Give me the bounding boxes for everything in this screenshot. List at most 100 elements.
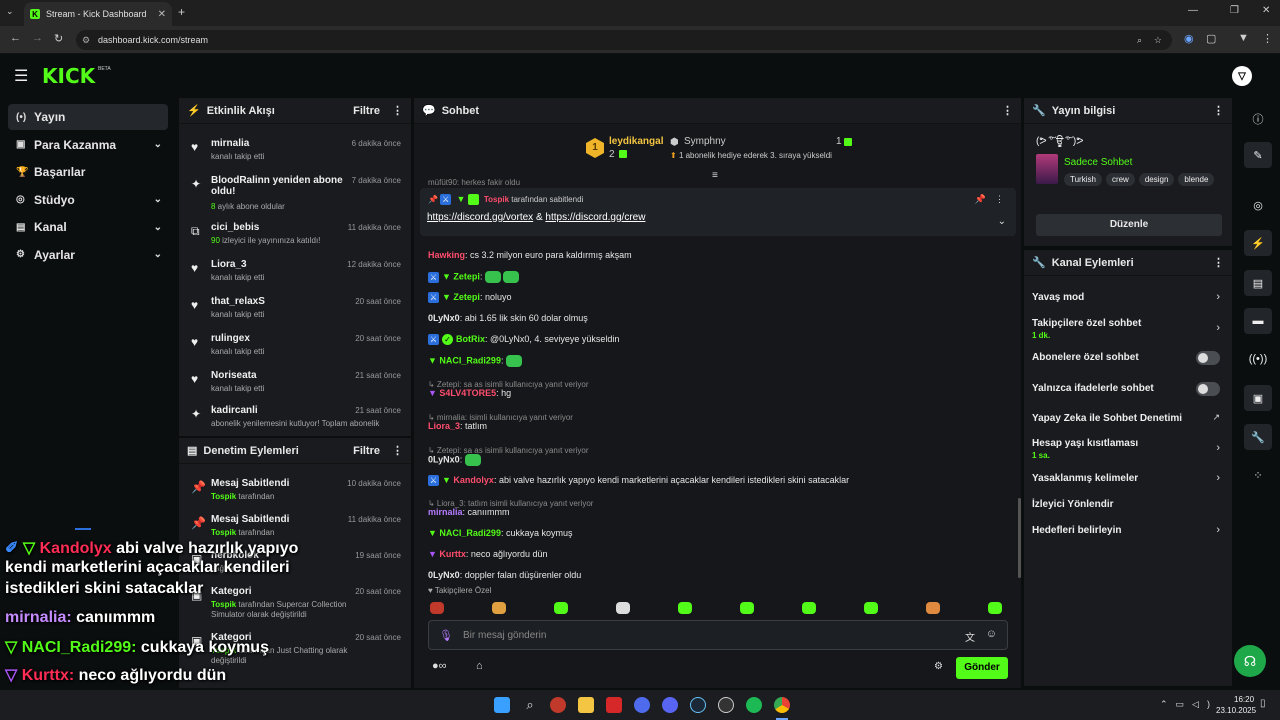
chat-settings-icon[interactable]: ⚙ xyxy=(934,661,943,672)
tag-chip[interactable]: Turkish xyxy=(1064,173,1102,186)
profile-icon[interactable]: ▼ xyxy=(1238,32,1249,44)
leader-2-name[interactable]: Symphny xyxy=(684,136,726,147)
chat-message[interactable]: Hawking: cs 3.2 milyon euro para kaldırm… xyxy=(428,250,632,260)
app-icon-1[interactable] xyxy=(550,697,566,713)
nav-ayarlar[interactable]: ⚙ Ayarlar ⌄ xyxy=(8,242,168,268)
maximize-button[interactable]: ❐ xyxy=(1230,5,1239,16)
url-field[interactable]: ⚙ dashboard.kick.com/stream ⌕ ☆ xyxy=(76,30,1172,50)
new-tab-button[interactable]: + xyxy=(178,5,185,19)
chevron-right-icon[interactable]: › xyxy=(1216,291,1220,303)
chat-username[interactable]: 0LyNx0 xyxy=(428,454,460,464)
toggle-switch[interactable] xyxy=(1196,382,1220,396)
translate-icon[interactable]: 文 xyxy=(965,629,975,644)
app-icon-2[interactable] xyxy=(606,697,622,713)
send-button[interactable]: Gönder xyxy=(956,657,1008,679)
chat-username[interactable]: mirnalia xyxy=(428,507,463,517)
quick-emote-icon[interactable] xyxy=(802,602,816,614)
tag-chip[interactable]: blende xyxy=(1178,173,1215,186)
activity-item[interactable]: ✦ BloodRalinn yeniden abone oldu! 8 aylık … xyxy=(179,171,411,211)
moderator-name[interactable]: Tospik xyxy=(211,492,236,501)
windows-start-icon[interactable] xyxy=(494,697,510,713)
emoji-icon[interactable]: ☺ xyxy=(986,628,997,640)
chat-username[interactable]: Zetepi xyxy=(453,292,480,302)
chrome-icon[interactable] xyxy=(774,697,790,713)
search-icon[interactable]: ⌕ xyxy=(522,697,538,713)
nav-kanal[interactable]: ▤ Kanal ⌄ xyxy=(8,214,168,240)
activity-more-icon[interactable]: ⋮ xyxy=(392,104,403,117)
chat-message[interactable]: ▼ NACI_Radi299: cukkaya koymuş xyxy=(428,528,572,538)
quick-emote-icon[interactable] xyxy=(554,602,568,614)
tag-chip[interactable]: crew xyxy=(1105,173,1135,186)
moderation-item[interactable]: ▣ Kategori Tospik tarafından Supercar Coll… xyxy=(179,582,411,626)
chevron-right-icon[interactable]: › xyxy=(1216,322,1220,334)
forward-icon[interactable]: → xyxy=(32,32,43,44)
zoom-icon[interactable]: ⌕ xyxy=(1137,35,1142,46)
app-icon-3[interactable] xyxy=(634,697,650,713)
kick-logo[interactable]: KICK xyxy=(42,64,95,88)
channel-action-item[interactable]: Yalnızca ifadelerle sohbet xyxy=(1032,383,1222,394)
chat-message[interactable]: ⚔ ✓ BotRix: @0LyNx0, 4. seviyeye yükseldin xyxy=(428,334,619,346)
chat-message[interactable]: ▼ Kurttx: neco ağlıyordu dün xyxy=(428,549,547,559)
site-info-icon[interactable]: ⚙ xyxy=(82,35,90,46)
chat-username[interactable]: 0LyNx0 xyxy=(428,313,460,323)
moderation-filter-button[interactable]: Filtre xyxy=(353,445,380,457)
quick-emote-icon[interactable] xyxy=(492,602,506,614)
spotify-icon[interactable] xyxy=(746,697,762,713)
extension-icon[interactable]: ◉ xyxy=(1184,32,1194,45)
quick-emote-icon[interactable] xyxy=(988,602,1002,614)
nav-başarılar[interactable]: 🏆 Başarılar xyxy=(8,159,168,185)
chat-message[interactable]: Liora_3: tatlım xyxy=(428,421,487,431)
chat-input[interactable]: 🎙 Bir mesaj gönderin 文 ☺ xyxy=(428,620,1008,650)
tab-list-button[interactable]: ⌄ xyxy=(6,6,14,17)
chevron-right-icon[interactable]: › xyxy=(1216,472,1220,484)
chat-username[interactable]: NACI_Radi299 xyxy=(439,528,501,538)
chat-username[interactable]: 0LyNx0 xyxy=(428,570,460,580)
external-link-icon[interactable]: ↗ xyxy=(1212,412,1220,423)
pencil-icon[interactable]: ✎ xyxy=(1244,142,1272,168)
channel-action-item[interactable]: Yavaş mod xyxy=(1032,292,1222,303)
chat-bubble-icon[interactable]: ▬ xyxy=(1244,308,1272,334)
activity-item[interactable]: ♥ mirnalia kanalı takip etti 6 dakika önce xyxy=(179,134,411,170)
support-button-icon[interactable]: ☊ xyxy=(1234,645,1266,677)
activity-item[interactable]: ♥ that_relaxS kanalı takip etti 20 saat önc… xyxy=(179,292,411,328)
unpin-icon[interactable]: 📌 xyxy=(975,194,986,205)
chat-message[interactable]: 0LyNx0: xyxy=(428,454,483,466)
chat-message[interactable]: ⚔ ▼ Zetepi: xyxy=(428,271,521,283)
store-icon[interactable]: ⌂ xyxy=(476,660,483,672)
dots-icon[interactable]: ⁘ xyxy=(1244,462,1272,488)
chat-username[interactable]: Liora_3 xyxy=(428,421,460,431)
info-icon[interactable]: ⓘ xyxy=(1244,106,1272,132)
category-name[interactable]: Sadece Sohbet xyxy=(1064,157,1132,168)
kick-points-icon[interactable]: ●∞ xyxy=(432,660,447,672)
chat-username[interactable]: NACI_Radi299 xyxy=(439,355,501,365)
quick-emote-icon[interactable] xyxy=(430,602,444,614)
quick-emote-icon[interactable] xyxy=(740,602,754,614)
broadcast-icon[interactable]: ((•)) xyxy=(1244,346,1272,372)
chevron-down-icon[interactable]: ⌄ xyxy=(154,249,162,260)
hamburger-menu-icon[interactable]: ☰ xyxy=(14,66,28,86)
chat-message[interactable]: mirnalia: canıımmm xyxy=(428,507,510,517)
channel-actions-more-icon[interactable]: ⋮ xyxy=(1213,256,1224,269)
channel-action-item[interactable]: Yasaklanmış kelimeler xyxy=(1032,473,1222,484)
channel-action-item[interactable]: Hedefleri belirleyin xyxy=(1032,525,1222,536)
moderator-name[interactable]: Tospik xyxy=(211,600,236,609)
chat-username[interactable]: BotRix xyxy=(456,334,485,344)
activity-item[interactable]: ♥ Liora_3 kanalı takip etti 12 dakika önce xyxy=(179,255,411,291)
close-tab-icon[interactable]: ✕ xyxy=(158,9,166,20)
browser-menu-icon[interactable]: ⋮ xyxy=(1262,32,1273,45)
chevron-down-icon[interactable]: ⌄ xyxy=(154,194,162,205)
chat-message[interactable]: ▼ S4LV4TORE5: hg xyxy=(428,388,511,398)
tray-icons[interactable]: ⌃▭◁) xyxy=(1160,699,1218,710)
toggle-switch[interactable] xyxy=(1196,351,1220,365)
chevron-right-icon[interactable]: › xyxy=(1216,524,1220,536)
chevron-down-icon[interactable]: ⌄ xyxy=(154,222,162,233)
pinned-by-user[interactable]: Tospik xyxy=(484,195,509,204)
activity-item[interactable]: ♥ rulingex kanalı takip etti 20 saat önce xyxy=(179,329,411,365)
quick-emote-icon[interactable] xyxy=(926,602,940,614)
notification-icon[interactable]: ▯ xyxy=(1260,698,1266,709)
wrench-icon[interactable]: 🔧 xyxy=(1244,424,1272,450)
leader-1-name[interactable]: leydikangal xyxy=(609,136,663,147)
channel-action-item[interactable]: İzleyici Yönlendir xyxy=(1032,499,1222,510)
extensions-puzzle-icon[interactable]: ▢ xyxy=(1206,32,1216,45)
activity-item[interactable]: ♥ Noriseata kanalı takip etti 21 saat önce xyxy=(179,366,411,402)
